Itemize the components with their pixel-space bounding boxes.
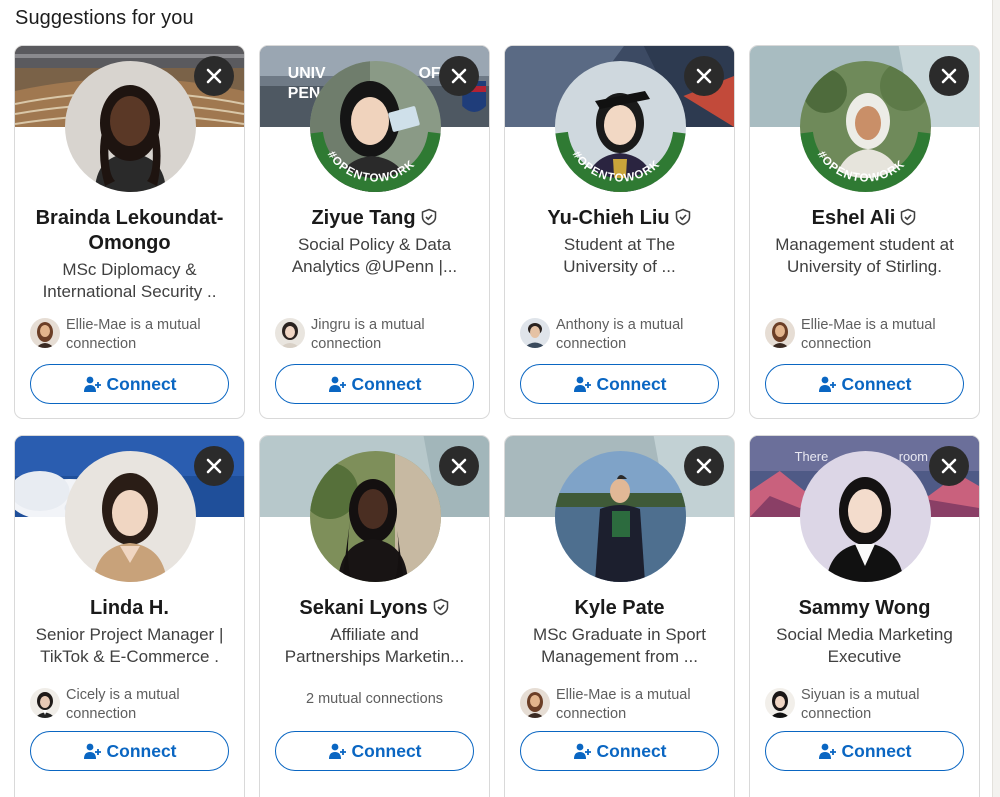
dismiss-button[interactable] [929, 446, 969, 486]
profile-photo[interactable]: #OPENTOWORK [800, 61, 931, 192]
connect-button[interactable]: Connect [30, 364, 229, 404]
mutual-connection: Cicely is a mutual connection [30, 686, 234, 724]
dismiss-button[interactable] [684, 56, 724, 96]
add-person-icon [573, 376, 591, 392]
profile-name[interactable]: Linda H. [23, 596, 236, 621]
mutual-avatar [30, 318, 60, 348]
profile-name[interactable]: Ziyue Tang [268, 206, 481, 231]
close-icon [451, 68, 467, 84]
page-scrollbar-area [992, 0, 1000, 797]
mutual-avatar [765, 318, 795, 348]
profile-photo[interactable] [65, 451, 196, 582]
profile-headline: Affiliate and Partnerships Marketin... [284, 625, 465, 666]
profile-photo[interactable] [65, 61, 196, 192]
profile-headline: Senior Project Manager | TikTok & E-Comm… [35, 625, 224, 666]
close-icon [696, 458, 712, 474]
close-icon [941, 68, 957, 84]
mutual-avatar [30, 688, 60, 718]
connect-button[interactable]: Connect [30, 731, 229, 771]
dismiss-button[interactable] [929, 56, 969, 96]
close-icon [941, 458, 957, 474]
add-person-icon [328, 376, 346, 392]
suggestion-card[interactable]: Linda H. Senior Project Manager | TikTok… [14, 435, 245, 797]
connect-button[interactable]: Connect [520, 364, 719, 404]
add-person-icon [83, 743, 101, 759]
dismiss-button[interactable] [684, 446, 724, 486]
close-icon [206, 68, 222, 84]
profile-headline: Management student at University of Stir… [775, 235, 954, 276]
svg-text:UNIV: UNIV [288, 65, 326, 82]
mutual-connection: Ellie-Mae is a mutual connection [520, 686, 724, 724]
verified-badge-icon [433, 598, 448, 616]
dismiss-button[interactable] [439, 446, 479, 486]
mutual-avatar [520, 318, 550, 348]
mutual-connection: Ellie-Mae is a mutual connection [30, 316, 234, 354]
profile-photo[interactable] [800, 451, 931, 582]
profile-headline: Social Policy & Data Analytics @UPenn |.… [291, 235, 458, 276]
connect-button[interactable]: Connect [765, 731, 964, 771]
connect-button[interactable]: Connect [275, 364, 474, 404]
section-title: Suggestions for you [15, 7, 194, 29]
mutual-connection: Siyuan is a mutual connection [765, 686, 969, 724]
close-icon [451, 458, 467, 474]
profile-photo[interactable] [310, 451, 441, 582]
mutual-connection: Jingru is a mutual connection [275, 316, 479, 354]
add-person-icon [328, 743, 346, 759]
mutual-avatar [520, 688, 550, 718]
svg-text:There: There [795, 449, 829, 464]
profile-name[interactable]: Eshel Ali [758, 206, 971, 231]
profile-headline: MSc Graduate in Sport Management from ..… [533, 625, 706, 666]
profile-photo[interactable] [555, 451, 686, 582]
suggestion-card[interactable]: UNIV PEN OF #OPENTOWORK Ziyue Tang Socia… [259, 45, 490, 419]
mutual-connection: Ellie-Mae is a mutual connection [765, 316, 969, 354]
suggestion-card[interactable]: Kyle Pate MSc Graduate in Sport Manageme… [504, 435, 735, 797]
profile-name[interactable]: Yu-Chieh Liu [513, 206, 726, 231]
close-icon [206, 458, 222, 474]
dismiss-button[interactable] [439, 56, 479, 96]
profile-name[interactable]: Sekani Lyons [268, 596, 481, 621]
profile-headline: MSc Diplomacy & International Security .… [42, 260, 217, 301]
connect-button[interactable]: Connect [520, 731, 719, 771]
profile-photo[interactable]: #OPENTOWORK [310, 61, 441, 192]
dismiss-button[interactable] [194, 446, 234, 486]
add-person-icon [818, 743, 836, 759]
profile-name[interactable]: Sammy Wong [758, 596, 971, 621]
verified-badge-icon [901, 208, 916, 226]
svg-text:room: room [899, 449, 928, 464]
add-person-icon [83, 376, 101, 392]
profile-headline: Social Media Marketing Executive [776, 625, 953, 666]
connect-button[interactable]: Connect [765, 364, 964, 404]
suggestion-card[interactable]: #OPENTOWORK Eshel Ali Management student… [749, 45, 980, 419]
mutual-connections-count: 2 mutual connections [305, 691, 444, 707]
suggestion-card[interactable]: Brainda Lekoundat- Omongo MSc Diplomacy … [14, 45, 245, 419]
profile-name[interactable]: Kyle Pate [513, 596, 726, 621]
suggestions-grid: Brainda Lekoundat- Omongo MSc Diplomacy … [14, 45, 980, 797]
close-icon [696, 68, 712, 84]
mutual-avatar [765, 688, 795, 718]
connect-button[interactable]: Connect [275, 731, 474, 771]
suggestion-card[interactable]: There room Sammy Wong Social Media Marke… [749, 435, 980, 797]
profile-headline: Student at The University of ... [563, 235, 676, 276]
verified-badge-icon [421, 208, 436, 226]
suggestion-card[interactable]: #OPENTOWORK Yu-Chieh Liu Student at The … [504, 45, 735, 419]
profile-photo[interactable]: #OPENTOWORK [555, 61, 686, 192]
add-person-icon [573, 743, 591, 759]
mutual-avatar [275, 318, 305, 348]
suggestion-card[interactable]: Sekani Lyons Affiliate and Partnerships … [259, 435, 490, 797]
dismiss-button[interactable] [194, 56, 234, 96]
profile-name[interactable]: Brainda Lekoundat- Omongo [23, 206, 236, 256]
verified-badge-icon [675, 208, 690, 226]
add-person-icon [818, 376, 836, 392]
mutual-connection: Anthony is a mutual connection [520, 316, 724, 354]
